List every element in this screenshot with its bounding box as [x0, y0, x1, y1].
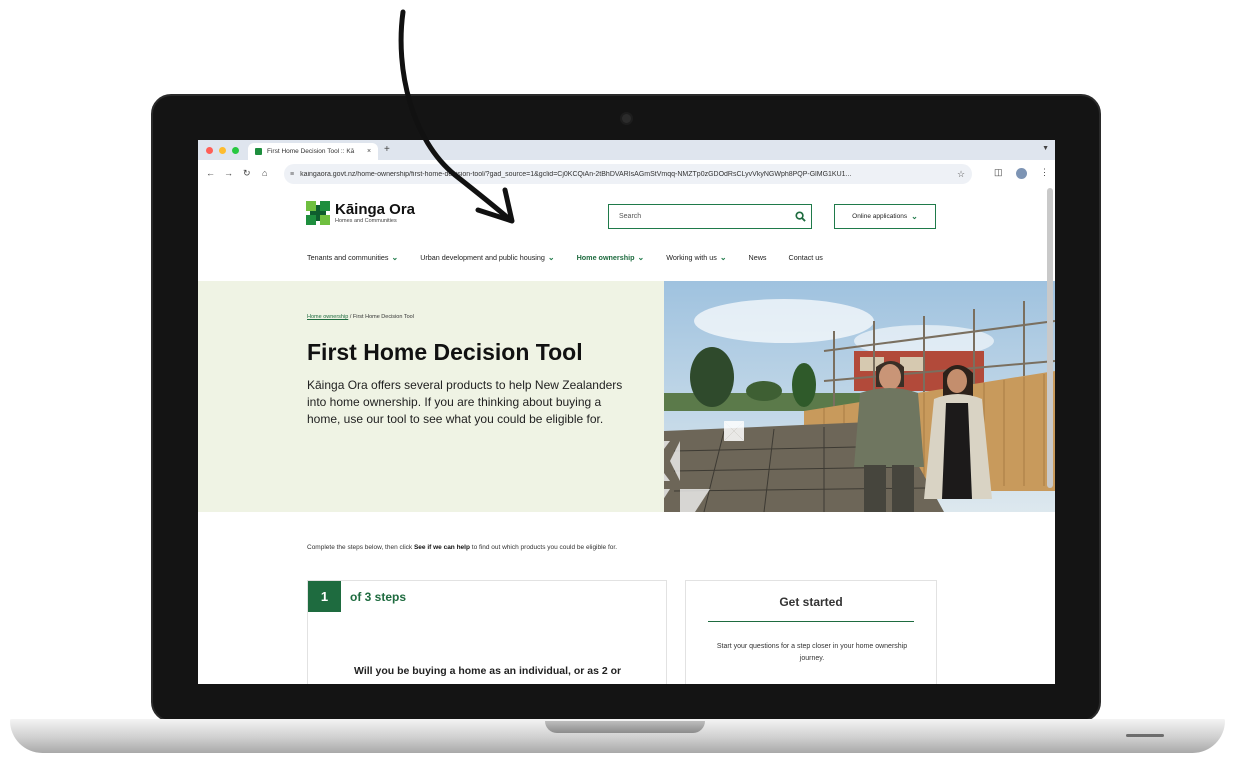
- search-box[interactable]: Search: [608, 204, 812, 229]
- instructions-bold: See if we can help: [413, 544, 470, 551]
- site-logo[interactable]: Kāinga Ora Homes and Communities: [306, 201, 415, 225]
- chevron-down-icon: ⌄: [911, 212, 918, 221]
- nav-home-ownership[interactable]: Home ownership ⌄: [577, 253, 645, 262]
- page-scrollbar[interactable]: [1047, 188, 1053, 488]
- get-started-description: Start your questions for a step closer i…: [716, 643, 908, 662]
- laptop-screen: First Home Decision Tool :: Kā × + ▼ ← →…: [198, 140, 1055, 684]
- breadcrumb-current: First Home Decision Tool: [352, 314, 414, 320]
- breadcrumb: Home ownership / First Home Decision Too…: [307, 314, 414, 320]
- logo-name: Kāinga Ora: [335, 201, 416, 218]
- nav-urban-development[interactable]: Urban development and public housing ⌄: [420, 253, 554, 262]
- nav-news[interactable]: News: [749, 253, 767, 262]
- browser-tab[interactable]: First Home Decision Tool :: Kā ×: [248, 143, 378, 160]
- nav-contact-us[interactable]: Contact us: [789, 253, 823, 262]
- nav-tenants-and-communities[interactable]: Tenants and communities ⌄: [307, 253, 398, 262]
- step-progress-label: of 3 steps: [350, 590, 407, 604]
- url-text: kaingaora.govt.nz/home-ownership/first-h…: [300, 170, 852, 178]
- browser-tab-bar: First Home Decision Tool :: Kā × + ▼: [198, 140, 1055, 160]
- hero-photo: [664, 281, 1055, 512]
- nav-label: Tenants and communities: [307, 252, 389, 262]
- breadcrumb-separator: /: [349, 314, 352, 320]
- forward-arrow-icon[interactable]: →: [224, 168, 233, 178]
- hero-text-panel: Home ownership / First Home Decision Too…: [198, 281, 664, 512]
- search-input[interactable]: Search: [609, 213, 789, 220]
- browser-menu-icon[interactable]: ⋮: [1040, 167, 1049, 178]
- window-zoom-button[interactable]: [232, 147, 239, 154]
- page-title: First Home Decision Tool: [307, 339, 583, 365]
- hero-description: Kāinga Ora offers several products to he…: [307, 378, 623, 426]
- hero-banner: Home ownership / First Home Decision Too…: [198, 281, 1055, 512]
- nav-label: Urban development and public housing: [420, 252, 545, 262]
- webcam: [622, 114, 631, 123]
- get-started-title: Get started: [779, 595, 843, 609]
- website: Kāinga Ora Homes and Communities Search …: [198, 188, 1055, 684]
- window-minimize-button[interactable]: [219, 147, 226, 154]
- search-icon[interactable]: [789, 211, 811, 222]
- online-applications-label: Online applications: [852, 213, 908, 220]
- nav-working-with-us[interactable]: Working with us ⌄: [666, 253, 726, 262]
- online-applications-button[interactable]: Online applications ⌄: [834, 204, 936, 229]
- breadcrumb-home-ownership-link[interactable]: Home ownership: [307, 314, 348, 320]
- main-navigation: Tenants and communities ⌄ Urban developm…: [307, 250, 845, 264]
- address-bar[interactable]: ≡ kaingaora.govt.nz/home-ownership/first…: [284, 164, 972, 184]
- tab-title: First Home Decision Tool :: Kā: [267, 148, 355, 155]
- laptop-notch: [545, 721, 705, 733]
- browser-toolbar: ← → ↻ ⌂ ≡ kaingaora.govt.nz/home-ownersh…: [198, 160, 1055, 189]
- chevron-down-icon: ⌄: [719, 252, 727, 262]
- chevron-down-icon: ⌄: [547, 252, 555, 262]
- favicon-icon: [255, 148, 262, 155]
- step-card: 1 of 3 steps Will you be buying a home a…: [307, 580, 667, 684]
- tab-list-chevron-icon[interactable]: ▼: [1042, 145, 1049, 152]
- laptop-vent: [1126, 734, 1164, 737]
- chevron-down-icon: ⌄: [637, 252, 645, 262]
- hero-photo-illustration: [664, 281, 1055, 512]
- new-tab-button[interactable]: +: [384, 144, 390, 155]
- nav-label: Working with us: [666, 252, 717, 262]
- reload-icon[interactable]: ↻: [243, 168, 251, 179]
- tab-close-icon[interactable]: ×: [364, 148, 374, 155]
- kainga-ora-logo-icon: [306, 201, 330, 225]
- logo-subtitle: Homes and Communities: [335, 218, 397, 224]
- side-panel-icon[interactable]: ◫: [994, 167, 1003, 178]
- profile-avatar[interactable]: [1016, 168, 1027, 179]
- nav-label: News: [748, 252, 767, 262]
- nav-label: Home ownership: [576, 252, 635, 262]
- step-question: Will you be buying a home as an individu…: [354, 665, 622, 677]
- get-started-card: Get started Start your questions for a s…: [685, 580, 937, 684]
- instructions-before: Complete the steps below, then click: [307, 544, 414, 551]
- instructions-after: to find out which products you could be …: [469, 544, 618, 551]
- window-close-button[interactable]: [206, 147, 213, 154]
- nav-label: Contact us: [788, 252, 823, 262]
- chevron-down-icon: ⌄: [391, 252, 399, 262]
- site-settings-icon[interactable]: ≡: [290, 171, 294, 178]
- bookmark-star-icon[interactable]: ☆: [954, 169, 968, 180]
- step-number-badge: 1: [308, 581, 341, 612]
- back-arrow-icon[interactable]: ←: [206, 168, 215, 178]
- home-icon[interactable]: ⌂: [262, 168, 267, 178]
- divider: [708, 621, 914, 622]
- instructions: Complete the steps below, then click See…: [307, 544, 617, 551]
